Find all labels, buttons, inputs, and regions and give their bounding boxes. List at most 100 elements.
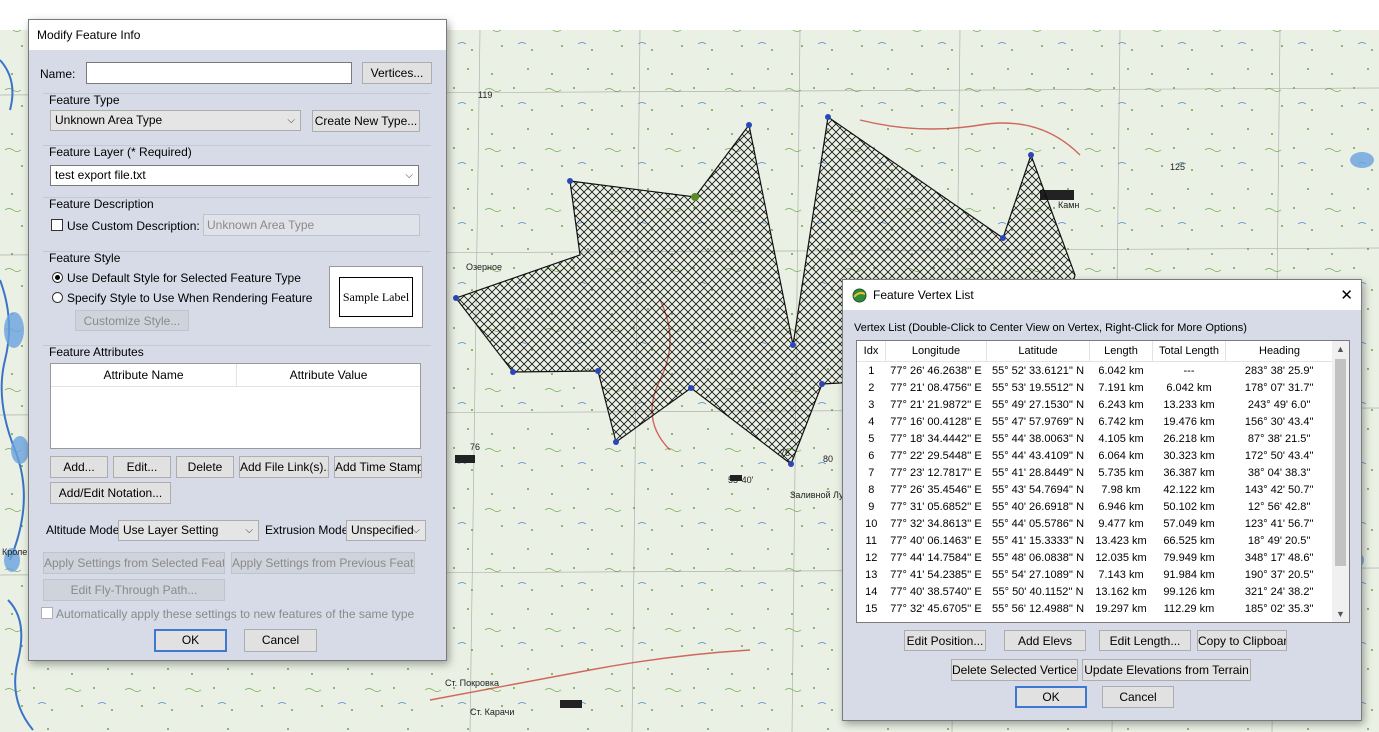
vertex-cell-idx: 6 (868, 449, 875, 462)
vertex-cell-total-length: 91.984 km (1163, 568, 1215, 581)
vertex-cell-total-length: 13.233 km (1163, 398, 1215, 411)
vertex-cell-length: 6.064 km (1098, 449, 1144, 462)
extrusion-mode-select[interactable]: Unspecified ⌵ (346, 520, 426, 541)
vertex-cell-latitude: 55° 56' 12.4988'' N (991, 602, 1085, 615)
vertex-cell-idx: 15 (865, 602, 878, 615)
use-custom-description-label: Use Custom Description: (67, 219, 200, 233)
delete-selected-vertices-button[interactable]: Delete Selected Vertices (951, 659, 1078, 681)
delete-attribute-button[interactable]: Delete (176, 456, 234, 478)
chevron-down-icon: ⌵ (245, 525, 253, 536)
vertex-cell-latitude: 55° 54' 27.1089'' N (991, 568, 1085, 581)
vertex-row[interactable]: 9 77° 31' 05.6852'' E 55° 40' 26.6918'' N 6… (857, 498, 1333, 515)
edit-length-button[interactable]: Edit Length... (1099, 630, 1191, 651)
vertex-cell-idx: 3 (868, 398, 875, 411)
name-input[interactable] (86, 62, 352, 84)
vertex-row[interactable]: 2 77° 21' 08.4756'' E 55° 53' 19.5512'' N 7… (857, 379, 1333, 396)
custom-description-input[interactable]: Unknown Area Type (203, 214, 420, 236)
edit-flythrough-button[interactable]: Edit Fly-Through Path... (43, 579, 225, 601)
vertex-dialog-titlebar[interactable]: Feature Vertex List ✕ (843, 280, 1361, 310)
map-label-karachi: Ст. Карачи (470, 707, 514, 717)
vertex-table-container[interactable]: Idx Longitude Latitude Length Total Leng… (856, 340, 1350, 623)
add-attribute-button[interactable]: Add... (50, 456, 108, 478)
vertex-cell-idx: 5 (868, 432, 875, 445)
vertex-cell-longitude: 77° 22' 29.5448'' E (890, 449, 982, 462)
map-label-80: 80 (823, 454, 833, 464)
vertex-cell-longitude: 77° 26' 46.2638'' E (890, 364, 982, 377)
vertex-cell-length: 7.143 km (1098, 568, 1144, 581)
vertex-row[interactable]: 3 77° 21' 21.9872'' E 55° 49' 27.1530'' N 6… (857, 396, 1333, 413)
vertex-row[interactable]: 13 77° 41' 54.2385'' E 55° 54' 27.1089'' N… (857, 566, 1333, 583)
vertex-row[interactable]: 1 77° 26' 46.2638'' E 55° 52' 33.6121'' N 6… (857, 362, 1333, 380)
col-length-header[interactable]: Length (1089, 341, 1153, 362)
specify-style-radio[interactable] (52, 292, 63, 303)
customize-style-button[interactable]: Customize Style... (75, 310, 189, 331)
attr-col-name-header[interactable]: Attribute Name (51, 364, 237, 387)
vertex-cell-total-length: 66.525 km (1163, 534, 1215, 547)
copy-to-clipboard-button[interactable]: Copy to Clipboard (1197, 630, 1287, 651)
map-label-119: 119 (478, 90, 492, 100)
modify-dialog-title: Modify Feature Info (37, 28, 141, 42)
col-latitude-header[interactable]: Latitude (986, 341, 1090, 362)
vertex-cell-total-length: 42.122 km (1163, 483, 1215, 496)
col-total-length-header[interactable]: Total Length (1152, 341, 1226, 362)
vertex-row[interactable]: 6 77° 22' 29.5448'' E 55° 44' 43.4109'' N 6… (857, 447, 1333, 464)
vertex-cell-length: 6.042 km (1098, 364, 1144, 377)
apply-selected-feature-button[interactable]: Apply Settings from Selected Feature (43, 552, 225, 574)
scrollbar-thumb[interactable] (1335, 359, 1346, 566)
add-edit-notation-button[interactable]: Add/Edit Notation... (50, 482, 171, 504)
col-idx-header[interactable]: Idx (857, 341, 886, 362)
vertex-cell-length: 13.423 km (1095, 534, 1147, 547)
col-heading-header[interactable]: Heading (1225, 341, 1333, 362)
attributes-list[interactable]: Attribute Name Attribute Value (50, 363, 421, 449)
vertex-row[interactable]: 12 77° 44' 14.7584'' E 55° 48' 06.0838'' N… (857, 549, 1333, 566)
feature-layer-select[interactable]: test export file.txt ⌵ (50, 165, 419, 186)
vertex-row[interactable]: 15 77° 32' 45.6705'' E 55° 56' 12.4988'' N… (857, 600, 1333, 617)
use-custom-description-checkbox[interactable] (51, 219, 63, 231)
modify-cancel-button[interactable]: Cancel (244, 629, 317, 652)
vertex-row[interactable]: 14 77° 40' 38.5740'' E 55° 50' 40.1152'' N… (857, 583, 1333, 600)
col-longitude-header[interactable]: Longitude (885, 341, 987, 362)
feature-type-select[interactable]: Unknown Area Type ⌵ (50, 110, 301, 131)
altitude-mode-select[interactable]: Use Layer Setting ⌵ (118, 520, 259, 541)
scroll-down-icon[interactable]: ▼ (1332, 606, 1349, 622)
vertex-cell-heading: 38° 04' 38.3'' (1247, 466, 1311, 479)
vertex-cancel-button[interactable]: Cancel (1102, 686, 1174, 708)
add-elevs-button[interactable]: Add Elevs (1004, 630, 1086, 651)
modify-dialog-titlebar[interactable]: Modify Feature Info (29, 20, 446, 50)
apply-previous-feature-button[interactable]: Apply Settings from Previous Feature (231, 552, 415, 574)
default-style-radio[interactable] (52, 272, 63, 283)
vertex-row[interactable]: 7 77° 23' 12.7817'' E 55° 41' 28.8449'' N 5… (857, 464, 1333, 481)
vertex-cell-heading: 185° 02' 35.3'' (1244, 602, 1314, 615)
vertex-cell-total-length: 57.049 km (1163, 517, 1215, 530)
vertex-row[interactable]: 11 77° 40' 06.1463'' E 55° 41' 15.3333'' N… (857, 532, 1333, 549)
add-file-link-button[interactable]: Add File Link(s)... (239, 456, 329, 478)
vertex-ok-button[interactable]: OK (1015, 686, 1087, 708)
modify-ok-button[interactable]: OK (154, 629, 227, 652)
auto-apply-checkbox[interactable] (41, 607, 53, 619)
attr-col-value-header[interactable]: Attribute Value (237, 364, 420, 387)
vertex-row[interactable]: 8 77° 26' 35.4546'' E 55° 43' 54.7694'' N 7… (857, 481, 1333, 498)
vertex-row[interactable]: 10 77° 32' 34.8613'' E 55° 44' 05.5786'' N… (857, 515, 1333, 532)
edit-attribute-button[interactable]: Edit... (113, 456, 171, 478)
vertex-cell-length: 19.297 km (1095, 602, 1147, 615)
vertex-cell-length: 12.035 km (1095, 551, 1147, 564)
vertices-button[interactable]: Vertices... (362, 62, 432, 84)
vertex-table-scrollbar[interactable]: ▲ ▼ (1332, 341, 1349, 622)
create-new-type-button[interactable]: Create New Type... (312, 110, 420, 132)
vertex-row[interactable]: 5 77° 18' 34.4442'' E 55° 44' 38.0063'' N 4… (857, 430, 1333, 447)
update-elevations-button[interactable]: Update Elevations from Terrain (1082, 659, 1251, 681)
auto-apply-label: Automatically apply these settings to ne… (56, 607, 415, 621)
close-icon[interactable]: ✕ (1340, 286, 1353, 304)
vertex-table-body: 1 77° 26' 46.2638'' E 55° 52' 33.6121'' N 6… (857, 362, 1333, 618)
vertex-cell-idx: 12 (865, 551, 878, 564)
scroll-up-icon[interactable]: ▲ (1332, 341, 1349, 357)
vertex-cell-total-length: 112.29 km (1163, 602, 1215, 615)
edit-position-button[interactable]: Edit Position... (904, 630, 986, 651)
vertex-cell-heading: 172° 50' 43.4'' (1244, 449, 1314, 462)
vertex-cell-longitude: 77° 40' 38.5740'' E (890, 585, 982, 598)
map-label-76a: 76 (470, 442, 480, 452)
add-time-stamp-button[interactable]: Add Time Stamp (334, 456, 422, 478)
feature-layer-label: Feature Layer (* Required) (49, 145, 192, 159)
vertex-row[interactable]: 4 77° 16' 00.4128'' E 55° 47' 57.9769'' N 6… (857, 413, 1333, 430)
vertex-cell-idx: 8 (868, 483, 875, 496)
